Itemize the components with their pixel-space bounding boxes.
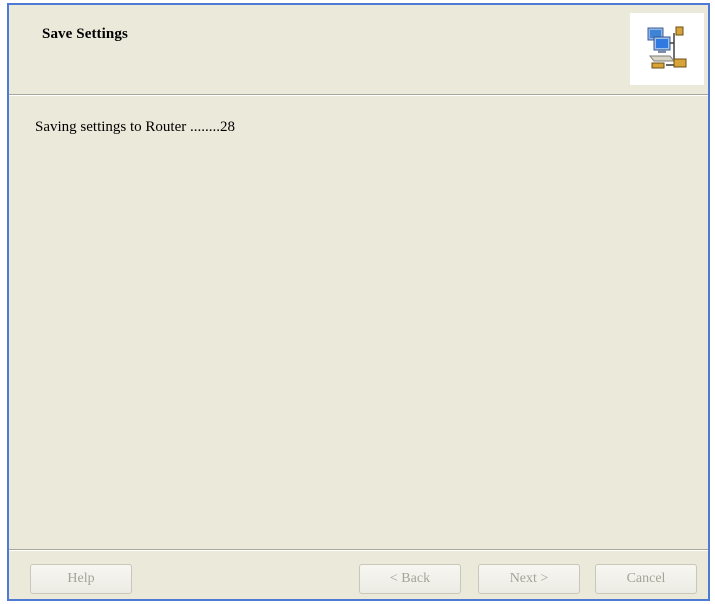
page-title: Save Settings bbox=[42, 26, 128, 42]
wizard-footer: Help < Back Next > Cancel bbox=[9, 549, 708, 600]
wizard-header: Save Settings bbox=[9, 5, 708, 95]
help-button[interactable]: Help bbox=[30, 564, 132, 594]
back-button[interactable]: < Back bbox=[359, 564, 461, 594]
next-button[interactable]: Next > bbox=[478, 564, 580, 594]
network-computers-icon bbox=[647, 26, 687, 69]
cancel-button[interactable]: Cancel bbox=[595, 564, 697, 594]
status-text: Saving settings to Router ........28 bbox=[35, 119, 235, 135]
header-icon-panel bbox=[630, 13, 704, 85]
wizard-dialog: Save Settings Saving settings to Router … bbox=[7, 3, 710, 601]
